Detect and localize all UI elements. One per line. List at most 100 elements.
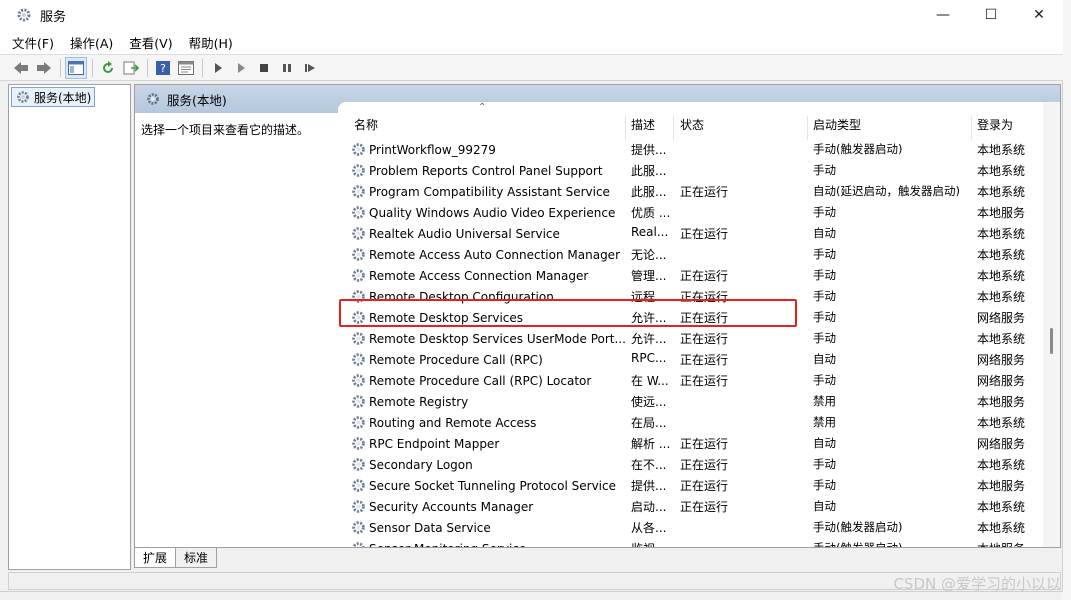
watermark: CSDN @爱学习的小以以 <box>893 575 1061 593</box>
table-row[interactable]: Quality Windows Audio Video Experience 优质… <box>338 202 1043 223</box>
toolbar-separator <box>202 58 203 77</box>
forward-button[interactable] <box>33 57 55 79</box>
table-row[interactable]: Security Accounts Manager 启动... 正在运行 自动 本地系统 <box>338 496 1043 517</box>
minimize-button[interactable]: — <box>919 0 967 30</box>
service-name: Secure Socket Tunneling Protocol Service <box>369 478 616 493</box>
service-log-on-as: 本地系统 <box>977 521 1026 535</box>
service-log-on-as: 本地服务 <box>977 479 1026 493</box>
column-startup-type[interactable]: 启动类型 <box>807 116 972 140</box>
close-icon: ✕ <box>1033 7 1045 23</box>
service-status: 正在运行 <box>680 185 729 199</box>
service-name: Sensor Data Service <box>369 520 491 535</box>
service-name: Secondary Logon <box>369 457 473 472</box>
refresh-button[interactable] <box>97 57 119 79</box>
service-status: 正在运行 <box>680 269 729 283</box>
table-row[interactable]: Remote Registry 使远... 禁用 本地服务 <box>338 391 1043 412</box>
table-row[interactable]: Realtek Audio Universal Service Real... 正在… <box>338 223 1043 244</box>
window-title: 服务 <box>40 9 67 25</box>
start-service-button[interactable] <box>207 57 229 79</box>
close-button[interactable]: ✕ <box>1015 0 1063 30</box>
service-name-cell: Program Compatibility Assistant Service <box>350 183 626 200</box>
service-gear-icon <box>350 456 367 473</box>
service-log-on-as: 本地服务 <box>977 395 1026 409</box>
service-status: 正在运行 <box>680 437 729 451</box>
show-hide-console-tree-button[interactable] <box>65 56 87 79</box>
service-startup-type: 自动(延迟启动，触发器启动) <box>813 184 960 198</box>
toolbar-separator <box>147 58 148 77</box>
table-row[interactable]: Remote Procedure Call (RPC) Locator 在 W..… <box>338 370 1043 391</box>
service-name: Remote Procedure Call (RPC) Locator <box>369 373 592 388</box>
table-row[interactable]: Remote Access Auto Connection Manager 无论.… <box>338 244 1043 265</box>
service-description: 在不... <box>631 458 667 472</box>
tab-extended[interactable]: 扩展 <box>134 548 177 568</box>
service-name: Remote Procedure Call (RPC) <box>369 352 543 367</box>
table-row[interactable]: Secure Socket Tunneling Protocol Service… <box>338 475 1043 496</box>
column-description[interactable]: 描述 <box>625 116 674 140</box>
service-status: 正在运行 <box>680 374 729 388</box>
service-description: 此服... <box>631 164 667 178</box>
table-row[interactable]: Sensor Monitoring Service 监视... 手动(触发器启动) 本… <box>338 538 1043 547</box>
pause-service-button[interactable] <box>276 57 298 79</box>
scrollbar-thumb[interactable] <box>1050 328 1053 354</box>
tree-node-services-local[interactable]: 服务(本地) <box>11 87 96 107</box>
table-row[interactable]: Remote Desktop Services UserMode Port...… <box>338 328 1043 349</box>
vertical-scrollbar[interactable] <box>1043 102 1060 547</box>
table-row[interactable]: RPC Endpoint Mapper 解析 ... 正在运行 自动 网络服务 <box>338 433 1043 454</box>
table-row[interactable]: Problem Reports Control Panel Support 此服.… <box>338 160 1043 181</box>
back-button[interactable] <box>10 57 32 79</box>
service-name: Remote Desktop Services UserMode Port... <box>369 331 626 346</box>
service-startup-type: 手动(触发器启动) <box>813 540 973 547</box>
pause-icon <box>283 63 291 72</box>
table-row[interactable]: Sensor Data Service 从各... 手动(触发器启动) 本地系统 <box>338 517 1043 538</box>
service-name: Realtek Audio Universal Service <box>369 226 560 241</box>
stop-service-button[interactable] <box>253 57 275 79</box>
properties-button[interactable] <box>175 57 197 79</box>
menu-file[interactable]: 文件(F) <box>12 33 54 52</box>
export-list-button[interactable] <box>120 57 142 79</box>
column-header: ⌃ 名称 描述 状态 启动类型 登录为 <box>338 102 1043 140</box>
table-row[interactable]: PrintWorkflow_99279 提供... 手动(触发器启动) 本地系统 <box>338 139 1043 160</box>
table-row[interactable]: Secondary Logon 在不... 正在运行 手动 本地系统 <box>338 454 1043 475</box>
maximize-icon: ☐ <box>984 7 998 23</box>
service-status: 正在运行 <box>680 479 729 493</box>
service-gear-icon <box>350 519 367 536</box>
table-row[interactable]: Routing and Remote Access 在局... 禁用 本地系统 <box>338 412 1043 433</box>
menu-view[interactable]: 查看(V) <box>129 33 172 52</box>
service-name-cell: Remote Registry <box>350 393 626 410</box>
service-name: Quality Windows Audio Video Experience <box>369 205 616 220</box>
service-description: 从各... <box>631 521 667 535</box>
service-startup-type: 自动 <box>813 226 836 240</box>
tab-standard[interactable]: 标准 <box>175 548 218 568</box>
window-controls: — ☐ ✕ <box>919 0 1063 30</box>
restart-service-button[interactable] <box>299 57 321 79</box>
start-service-alt-button[interactable] <box>230 57 252 79</box>
column-name[interactable]: 名称 <box>348 116 626 140</box>
service-name-cell: Secure Socket Tunneling Protocol Service <box>350 477 626 494</box>
column-log-on-as[interactable]: 登录为 <box>971 116 1043 140</box>
menu-help[interactable]: 帮助(H) <box>189 33 233 52</box>
stop-icon <box>260 63 268 72</box>
menu-action[interactable]: 操作(A) <box>70 33 113 52</box>
service-startup-type: 手动 <box>813 457 836 471</box>
export-icon <box>123 61 139 74</box>
service-log-on-as: 网络服务 <box>977 374 1026 388</box>
service-startup-type: 手动(触发器启动) <box>813 142 903 156</box>
table-row[interactable]: Program Compatibility Assistant Service 此… <box>338 181 1043 202</box>
service-status: 正在运行 <box>680 500 729 514</box>
table-row[interactable]: Remote Access Connection Manager 管理... 正在运… <box>338 265 1043 286</box>
service-description: Real... <box>631 225 669 239</box>
table-row[interactable]: Remote Procedure Call (RPC) RPC... 正在运行 自动 网… <box>338 349 1043 370</box>
service-log-on-as: 网络服务 <box>977 437 1026 451</box>
service-startup-type: 手动 <box>813 268 836 282</box>
help-button[interactable]: ? <box>152 57 174 79</box>
service-startup-type: 自动 <box>813 436 836 450</box>
services-window: 服务 — ☐ ✕ 文件(F) 操作(A) 查看(V) 帮助(H) ? 服务(本地… <box>0 0 1063 592</box>
service-status: 正在运行 <box>680 332 729 346</box>
service-description: 使远... <box>631 395 667 409</box>
sort-ascending-icon: ⌃ <box>478 102 487 113</box>
column-status[interactable]: 状态 <box>674 116 808 140</box>
service-name: Remote Registry <box>369 394 469 409</box>
maximize-button[interactable]: ☐ <box>967 0 1015 30</box>
service-gear-icon <box>350 540 367 547</box>
service-gear-icon <box>350 162 367 179</box>
